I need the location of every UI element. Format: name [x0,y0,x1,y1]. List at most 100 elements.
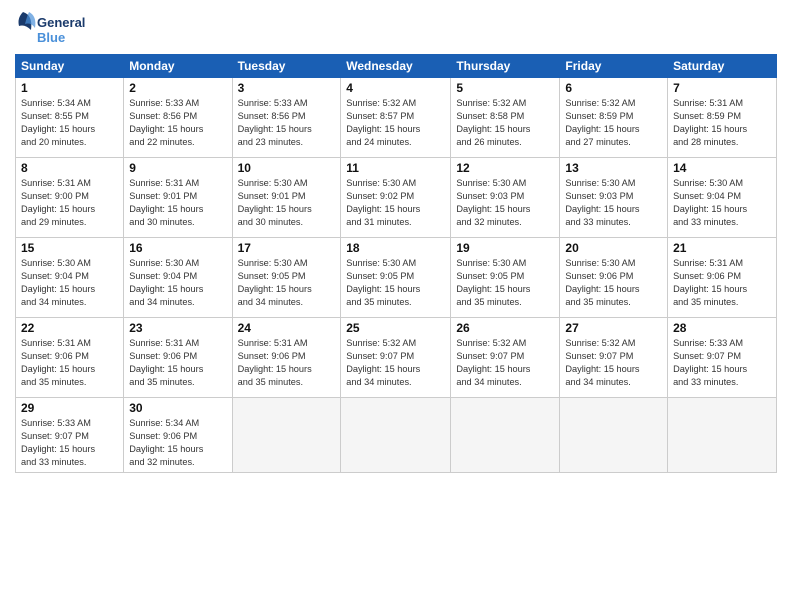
column-header-saturday: Saturday [668,55,777,78]
day-info: Sunrise: 5:32 AMSunset: 8:59 PMDaylight:… [565,97,662,149]
day-cell: 19 Sunrise: 5:30 AMSunset: 9:05 PMDayligh… [451,238,560,318]
day-info: Sunrise: 5:32 AMSunset: 9:07 PMDaylight:… [346,337,445,389]
column-header-tuesday: Tuesday [232,55,341,78]
day-number: 20 [565,241,662,255]
day-info: Sunrise: 5:30 AMSunset: 9:05 PMDaylight:… [238,257,336,309]
day-number: 7 [673,81,771,95]
day-cell: 29 Sunrise: 5:33 AMSunset: 9:07 PMDayligh… [16,398,124,473]
day-cell [232,398,341,473]
day-info: Sunrise: 5:30 AMSunset: 9:06 PMDaylight:… [565,257,662,309]
day-info: Sunrise: 5:33 AMSunset: 8:56 PMDaylight:… [238,97,336,149]
day-info: Sunrise: 5:31 AMSunset: 9:00 PMDaylight:… [21,177,118,229]
day-info: Sunrise: 5:30 AMSunset: 9:05 PMDaylight:… [456,257,554,309]
day-info: Sunrise: 5:30 AMSunset: 9:04 PMDaylight:… [129,257,226,309]
day-cell: 20 Sunrise: 5:30 AMSunset: 9:06 PMDayligh… [560,238,668,318]
day-number: 6 [565,81,662,95]
day-cell: 17 Sunrise: 5:30 AMSunset: 9:05 PMDayligh… [232,238,341,318]
day-number: 19 [456,241,554,255]
day-number: 1 [21,81,118,95]
day-number: 22 [21,321,118,335]
day-cell: 7 Sunrise: 5:31 AMSunset: 8:59 PMDaylight… [668,78,777,158]
day-cell: 11 Sunrise: 5:30 AMSunset: 9:02 PMDayligh… [341,158,451,238]
day-cell: 24 Sunrise: 5:31 AMSunset: 9:06 PMDayligh… [232,318,341,398]
column-header-wednesday: Wednesday [341,55,451,78]
day-info: Sunrise: 5:30 AMSunset: 9:02 PMDaylight:… [346,177,445,229]
day-info: Sunrise: 5:30 AMSunset: 9:03 PMDaylight:… [565,177,662,229]
logo-container: General Blue [15,10,95,48]
day-number: 26 [456,321,554,335]
day-number: 17 [238,241,336,255]
day-number: 24 [238,321,336,335]
day-number: 10 [238,161,336,175]
day-cell: 14Sunrise: 5:30 AMSunset: 9:04 PMDayligh… [668,158,777,238]
day-info: Sunrise: 5:34 AMSunset: 9:06 PMDaylight:… [129,417,226,469]
day-cell: 2 Sunrise: 5:33 AMSunset: 8:56 PMDaylight… [124,78,232,158]
week-row-4: 22 Sunrise: 5:31 AMSunset: 9:06 PMDayligh… [16,318,777,398]
day-info: Sunrise: 5:33 AMSunset: 9:07 PMDaylight:… [21,417,118,469]
day-number: 12 [456,161,554,175]
day-number: 21 [673,241,771,255]
day-number: 28 [673,321,771,335]
column-header-friday: Friday [560,55,668,78]
day-cell: 23Sunrise: 5:31 AMSunset: 9:06 PMDayligh… [124,318,232,398]
day-info: Sunrise: 5:31 AMSunset: 9:06 PMDaylight:… [21,337,118,389]
day-cell: 5 Sunrise: 5:32 AMSunset: 8:58 PMDaylight… [451,78,560,158]
day-number: 15 [21,241,118,255]
day-info: Sunrise: 5:30 AMSunset: 9:04 PMDaylight:… [673,177,771,229]
day-info: Sunrise: 5:34 AMSunset: 8:55 PMDaylight:… [21,97,118,149]
day-number: 2 [129,81,226,95]
day-cell: 27Sunrise: 5:32 AMSunset: 9:07 PMDayligh… [560,318,668,398]
day-number: 4 [346,81,445,95]
column-header-sunday: Sunday [16,55,124,78]
day-info: Sunrise: 5:31 AMSunset: 9:06 PMDaylight:… [129,337,226,389]
calendar-header-row: SundayMondayTuesdayWednesdayThursdayFrid… [16,55,777,78]
logo: General Blue [15,10,95,48]
day-info: Sunrise: 5:31 AMSunset: 9:06 PMDaylight:… [238,337,336,389]
day-cell: 30 Sunrise: 5:34 AMSunset: 9:06 PMDayligh… [124,398,232,473]
week-row-3: 15 Sunrise: 5:30 AMSunset: 9:04 PMDayligh… [16,238,777,318]
day-number: 13 [565,161,662,175]
svg-text:Blue: Blue [37,30,65,45]
day-number: 11 [346,161,445,175]
day-info: Sunrise: 5:31 AMSunset: 9:06 PMDaylight:… [673,257,771,309]
day-number: 9 [129,161,226,175]
day-cell: 18 Sunrise: 5:30 AMSunset: 9:05 PMDayligh… [341,238,451,318]
day-info: Sunrise: 5:30 AMSunset: 9:03 PMDaylight:… [456,177,554,229]
day-number: 30 [129,401,226,415]
day-info: Sunrise: 5:31 AMSunset: 8:59 PMDaylight:… [673,97,771,149]
day-cell: 26 Sunrise: 5:32 AMSunset: 9:07 PMDayligh… [451,318,560,398]
day-cell: 4Sunrise: 5:32 AMSunset: 8:57 PMDaylight… [341,78,451,158]
day-cell [560,398,668,473]
day-number: 25 [346,321,445,335]
day-cell [341,398,451,473]
day-number: 8 [21,161,118,175]
day-cell [668,398,777,473]
day-number: 18 [346,241,445,255]
day-info: Sunrise: 5:31 AMSunset: 9:01 PMDaylight:… [129,177,226,229]
day-info: Sunrise: 5:30 AMSunset: 9:01 PMDaylight:… [238,177,336,229]
day-cell [451,398,560,473]
day-info: Sunrise: 5:32 AMSunset: 9:07 PMDaylight:… [456,337,554,389]
day-cell: 10 Sunrise: 5:30 AMSunset: 9:01 PMDayligh… [232,158,341,238]
day-cell: 15Sunrise: 5:30 AMSunset: 9:04 PMDayligh… [16,238,124,318]
day-cell: 28 Sunrise: 5:33 AMSunset: 9:07 PMDayligh… [668,318,777,398]
day-cell: 3Sunrise: 5:33 AMSunset: 8:56 PMDaylight… [232,78,341,158]
day-cell: 21 Sunrise: 5:31 AMSunset: 9:06 PMDayligh… [668,238,777,318]
day-info: Sunrise: 5:32 AMSunset: 9:07 PMDaylight:… [565,337,662,389]
column-header-monday: Monday [124,55,232,78]
day-cell: 13 Sunrise: 5:30 AMSunset: 9:03 PMDayligh… [560,158,668,238]
day-number: 5 [456,81,554,95]
day-info: Sunrise: 5:33 AMSunset: 9:07 PMDaylight:… [673,337,771,389]
day-number: 29 [21,401,118,415]
week-row-1: 1 Sunrise: 5:34 AMSunset: 8:55 PMDaylight… [16,78,777,158]
day-cell: 12 Sunrise: 5:30 AMSunset: 9:03 PMDayligh… [451,158,560,238]
day-info: Sunrise: 5:33 AMSunset: 8:56 PMDaylight:… [129,97,226,149]
day-info: Sunrise: 5:32 AMSunset: 8:58 PMDaylight:… [456,97,554,149]
day-info: Sunrise: 5:30 AMSunset: 9:05 PMDaylight:… [346,257,445,309]
day-cell: 1 Sunrise: 5:34 AMSunset: 8:55 PMDaylight… [16,78,124,158]
day-cell: 22 Sunrise: 5:31 AMSunset: 9:06 PMDayligh… [16,318,124,398]
svg-text:General: General [37,15,85,30]
calendar-table: SundayMondayTuesdayWednesdayThursdayFrid… [15,54,777,473]
page: General Blue SundayMondayTuesdayWednesda… [0,0,792,612]
day-cell: 16Sunrise: 5:30 AMSunset: 9:04 PMDayligh… [124,238,232,318]
